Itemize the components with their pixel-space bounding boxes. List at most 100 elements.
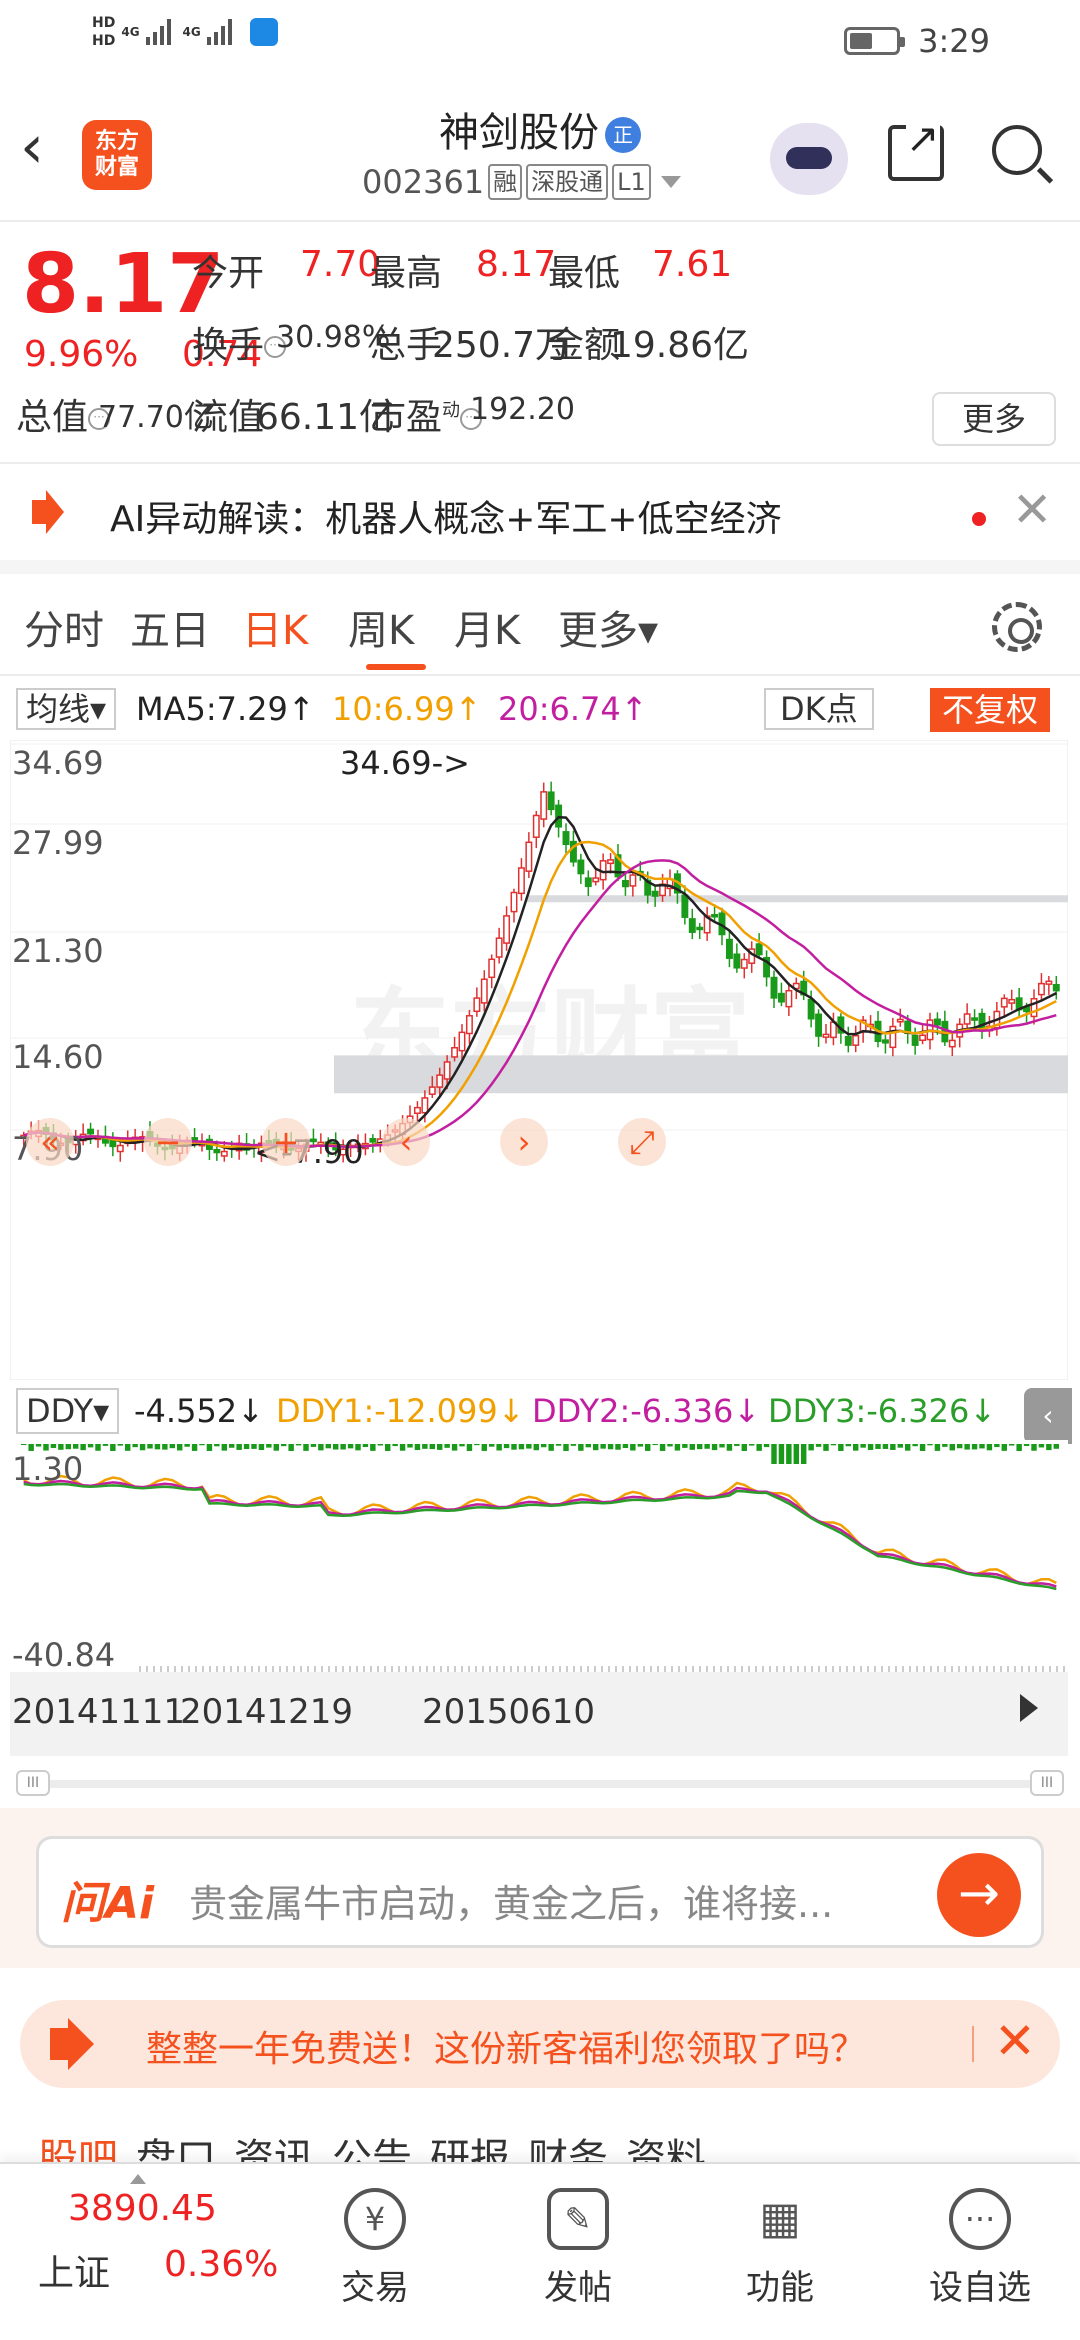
ddy-bar [251,1444,257,1449]
svg-text:−: − [155,1123,182,1161]
candle-body [688,918,696,933]
status-bar: HD HD 4G 4G 3:29 [0,0,1080,85]
zoom-in-icon[interactable]: + [262,1118,310,1166]
ddy-bar [533,1444,539,1451]
more-button[interactable]: 更多 [932,392,1056,446]
scroller-right-handle[interactable]: III [1030,1770,1064,1796]
adjust-button[interactable]: 不复权 [930,688,1051,732]
tab-daily-k[interactable]: 日K [242,598,308,656]
fullscreen-icon[interactable]: ⤢ [618,1118,666,1166]
ddy-chart[interactable]: 1.30 -40.84 [10,1440,1068,1672]
gear-icon[interactable] [992,602,1042,652]
tab-more[interactable]: 更多▾ [558,598,658,656]
candle-body [87,1128,95,1135]
ddy-bar [830,1444,837,1446]
candle-body [770,976,778,999]
ddy2-value: DDY2:-6.336↓ [532,1392,761,1430]
ai-assistant-icon[interactable] [770,123,848,195]
ddy-bar [971,1444,978,1450]
tab-profile[interactable]: 资料 [626,2126,706,2162]
ddy-selector[interactable]: DDY▾ [16,1388,120,1434]
tab-finance[interactable]: 财务 [528,2126,608,2162]
ddy-bar [451,1444,458,1451]
candle-body [577,859,585,875]
ddy-bar [957,1444,963,1449]
stock-name: 神剑股份 [439,110,599,156]
stock-code-row[interactable]: 002361 融 深股通 L1 [362,163,681,201]
candle-body [681,894,689,918]
ai-insight-bar[interactable]: AI异动解读：机器人概念+军工+低空经济 ✕ [0,462,1080,574]
tab-announcements[interactable]: 公告 [332,2126,412,2162]
scroller-left-handle[interactable]: III [16,1770,50,1796]
share-icon[interactable] [888,119,944,181]
bottom-nav: 3890.45 上证 0.36% ¥ 交易 ✎ 发帖 ▦ 功能 ··· 设自选 [0,2162,1080,2340]
nav-functions[interactable]: ▦ 功能 [710,2174,850,2324]
edit-icon: ✎ [547,2188,609,2250]
nav-add-watchlist[interactable]: ··· 设自选 [910,2174,1050,2324]
kline-chart[interactable]: 东方财富 34.6927.9921.3014.607.90 34.69-> <-… [10,740,1068,1380]
promo-banner[interactable]: 整整一年免费送！这份新客福利您领取了吗？ ✕ [20,2000,1060,2088]
candle-body [592,877,600,883]
candle-body [725,938,733,959]
tab-news[interactable]: 资讯 [234,2126,314,2162]
candle-body [711,914,719,918]
margin-tag: 融 [488,164,523,200]
ddy-bar [741,1444,747,1451]
open-label: 今开 [192,253,265,294]
scroller-track[interactable] [46,1780,1036,1788]
prev-icon[interactable]: ‹ [382,1118,430,1166]
candle-body [517,867,525,895]
tab-forum[interactable]: 股吧 [38,2126,118,2162]
hd1-label: HD [92,15,116,31]
candle-body [948,1039,956,1048]
tab-reports[interactable]: 研报 [430,2126,510,2162]
ask-ai-logo: 问Ai [61,1878,155,1929]
ddy-bar [318,1444,324,1451]
tab-five-day[interactable]: 五日 [130,598,210,656]
expand-up-icon[interactable] [130,2174,146,2184]
ddy-bar [65,1444,71,1450]
dk-point-button[interactable]: DK点 [764,688,874,730]
ddy-bar [726,1444,733,1451]
range-scroller[interactable]: III III [16,1770,1066,1796]
ddy-bar [385,1444,391,1451]
ddy-bar [154,1444,161,1450]
hd2-label: HD [92,33,116,49]
ddy-bar [793,1444,799,1464]
close-icon[interactable]: ✕ [994,2012,1036,2070]
ddy-bar [979,1444,985,1449]
ddy-bar [771,1444,777,1464]
candle-body [413,1106,421,1114]
nav-trade[interactable]: ¥ 交易 [305,2174,445,2324]
zoom-out-icon[interactable]: − [144,1118,192,1166]
promo-text[interactable]: 整整一年免费送！这份新客福利您领取了吗？ [146,2020,866,2072]
ddy-bar [496,1444,502,1451]
ddy-bar [578,1444,584,1451]
ddy-bar [377,1444,383,1446]
tab-intraday[interactable]: 分时 [24,598,104,656]
arrow-right-icon[interactable]: → [937,1853,1021,1937]
tab-weekly-k[interactable]: 周K [348,598,414,656]
tab-monthly-k[interactable]: 月K [454,598,520,656]
ask-ai-placeholder[interactable]: 贵金属牛市启动，黄金之后，谁将接... [189,1873,909,1928]
candle-body [621,880,629,888]
rewind-icon[interactable]: « [26,1118,74,1166]
play-icon[interactable] [1020,1694,1038,1722]
tab-orderbook[interactable]: 盘口 [136,2126,216,2162]
ddy-bar [697,1444,703,1450]
ask-ai-input[interactable]: 问Ai 贵金属牛市启动，黄金之后，谁将接... → [36,1836,1044,1948]
signal2-icon [206,19,232,45]
grid-icon: ▦ [759,2193,801,2244]
search-icon[interactable] [992,125,1042,175]
indicator-selector[interactable]: 均线▾ [16,688,117,730]
ddy-bar [607,1444,614,1450]
ddy-bar [147,1444,153,1449]
ddy-bar [347,1444,354,1449]
nav-post[interactable]: ✎ 发帖 [508,2174,648,2324]
ddy-bar [890,1444,896,1450]
ai-insight-text[interactable]: AI异动解读：机器人概念+军工+低空经济 [110,490,782,542]
close-icon[interactable]: ✕ [1012,482,1052,538]
collapse-icon[interactable]: ‹ [1024,1388,1072,1444]
ddy-bar [95,1444,101,1451]
next-icon[interactable]: › [500,1118,548,1166]
